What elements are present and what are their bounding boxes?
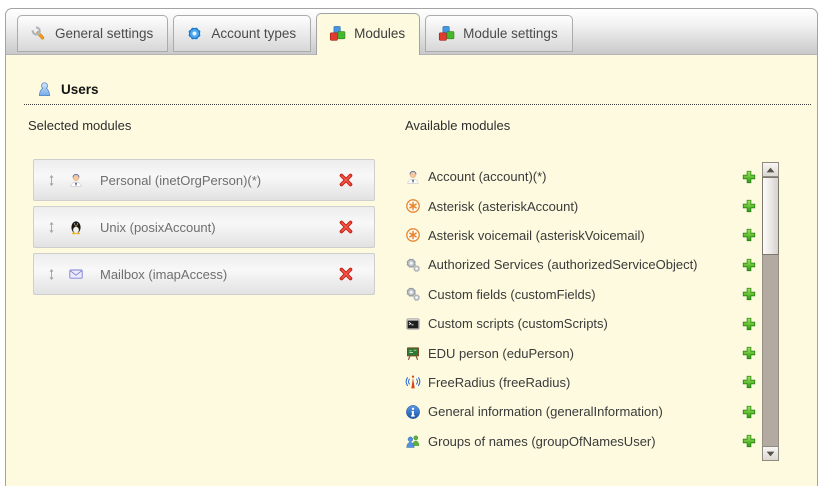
tab-general-settings[interactable]: General settings — [17, 15, 168, 52]
user-icon — [36, 81, 53, 98]
antenna-icon — [405, 374, 421, 390]
delete-icon[interactable] — [338, 172, 354, 188]
gears-icon — [405, 257, 421, 273]
available-module-row-edu-person: EDU person (eduPerson) — [405, 338, 757, 367]
available-module-row-account: Account (account)(*) — [405, 162, 757, 191]
gears-icon — [405, 286, 421, 302]
add-icon[interactable] — [741, 169, 757, 185]
available-module-label: Authorized Services (authorizedServiceOb… — [428, 257, 698, 272]
asterisk-icon — [405, 198, 421, 214]
tab-label: Account types — [211, 26, 296, 41]
delete-icon[interactable] — [338, 219, 354, 235]
settings-tabs-widget: General settings Account types Modules M… — [5, 8, 818, 486]
available-module-label: General information (generalInformation) — [428, 404, 663, 419]
selected-module-label: Unix (posixAccount) — [100, 220, 216, 235]
scrollbar-thumb[interactable] — [762, 177, 779, 255]
delete-icon[interactable] — [338, 266, 354, 282]
selected-module-label: Personal (inetOrgPerson)(*) — [100, 173, 261, 188]
available-module-row-groups-of-names: Groups of names (groupOfNamesUser) — [405, 427, 757, 456]
selected-module-label: Mailbox (imapAccess) — [100, 267, 227, 282]
available-modules-heading: Available modules — [405, 118, 510, 133]
available-module-row-general-information: General information (generalInformation) — [405, 397, 757, 426]
selected-modules-heading: Selected modules — [28, 118, 131, 133]
drag-handle-icon[interactable] — [45, 267, 58, 282]
tab-account-types[interactable]: Account types — [173, 15, 311, 52]
wrench-icon — [30, 25, 47, 42]
tab-module-settings[interactable]: Module settings — [425, 15, 573, 52]
available-module-label: Asterisk (asteriskAccount) — [428, 199, 578, 214]
scroll-up-button[interactable] — [762, 162, 779, 177]
selected-modules-list: Personal (inetOrgPerson)(*) Unix (posixA… — [33, 159, 375, 300]
add-icon[interactable] — [741, 198, 757, 214]
tab-label: Module settings — [463, 26, 558, 41]
chalkboard-icon — [405, 345, 421, 361]
terminal-icon — [405, 316, 421, 332]
add-icon[interactable] — [741, 286, 757, 302]
selected-module-row-unix[interactable]: Unix (posixAccount) — [33, 206, 375, 248]
available-module-label: EDU person (eduPerson) — [428, 346, 574, 361]
tab-label: Modules — [354, 26, 405, 41]
available-module-label: Custom scripts (customScripts) — [428, 316, 608, 331]
add-icon[interactable] — [741, 227, 757, 243]
gear-icon — [186, 25, 203, 42]
add-icon[interactable] — [741, 257, 757, 273]
group-icon — [405, 433, 421, 449]
available-module-label: Custom fields (customFields) — [428, 287, 596, 302]
available-module-row-asterisk-voicemail: Asterisk voicemail (asteriskVoicemail) — [405, 221, 757, 250]
drag-handle-icon[interactable] — [45, 220, 58, 235]
info-icon — [405, 404, 421, 420]
available-module-label: Asterisk voicemail (asteriskVoicemail) — [428, 228, 645, 243]
users-section-header: Users — [24, 81, 811, 105]
add-icon[interactable] — [741, 374, 757, 390]
selected-module-row-mailbox[interactable]: Mailbox (imapAccess) — [33, 253, 375, 295]
tux-icon — [68, 219, 84, 235]
mail-icon — [68, 266, 84, 282]
modules-icon — [329, 25, 346, 42]
drag-handle-icon[interactable] — [45, 173, 58, 188]
available-module-label: Groups of names (groupOfNamesUser) — [428, 434, 656, 449]
section-title: Users — [61, 82, 99, 97]
available-module-label: FreeRadius (freeRadius) — [428, 375, 570, 390]
tab-bar: General settings Account types Modules M… — [5, 8, 818, 55]
available-module-label: Account (account)(*) — [428, 169, 547, 184]
person-icon — [68, 172, 84, 188]
asterisk-icon — [405, 227, 421, 243]
available-modules-scrollbar[interactable] — [762, 162, 779, 461]
available-module-row-authorized-services: Authorized Services (authorizedServiceOb… — [405, 250, 757, 279]
add-icon[interactable] — [741, 316, 757, 332]
available-module-row-asterisk: Asterisk (asteriskAccount) — [405, 191, 757, 220]
scroll-down-button[interactable] — [762, 446, 779, 461]
tab-modules[interactable]: Modules — [316, 13, 420, 55]
available-module-row-custom-fields: Custom fields (customFields) — [405, 280, 757, 309]
triangle-down-icon — [766, 451, 775, 457]
add-icon[interactable] — [741, 433, 757, 449]
available-modules-list: Account (account)(*) Asterisk (asteriskA… — [405, 162, 757, 456]
person-icon — [405, 169, 421, 185]
tab-label: General settings — [55, 26, 153, 41]
available-module-row-freeradius: FreeRadius (freeRadius) — [405, 368, 757, 397]
triangle-up-icon — [766, 167, 775, 173]
available-module-row-custom-scripts: Custom scripts (customScripts) — [405, 309, 757, 338]
modules-panel: Users Selected modules Available modules… — [5, 55, 818, 486]
modules-icon — [438, 25, 455, 42]
add-icon[interactable] — [741, 345, 757, 361]
add-icon[interactable] — [741, 404, 757, 420]
selected-module-row-personal[interactable]: Personal (inetOrgPerson)(*) — [33, 159, 375, 201]
scrollbar-track[interactable] — [762, 177, 779, 446]
